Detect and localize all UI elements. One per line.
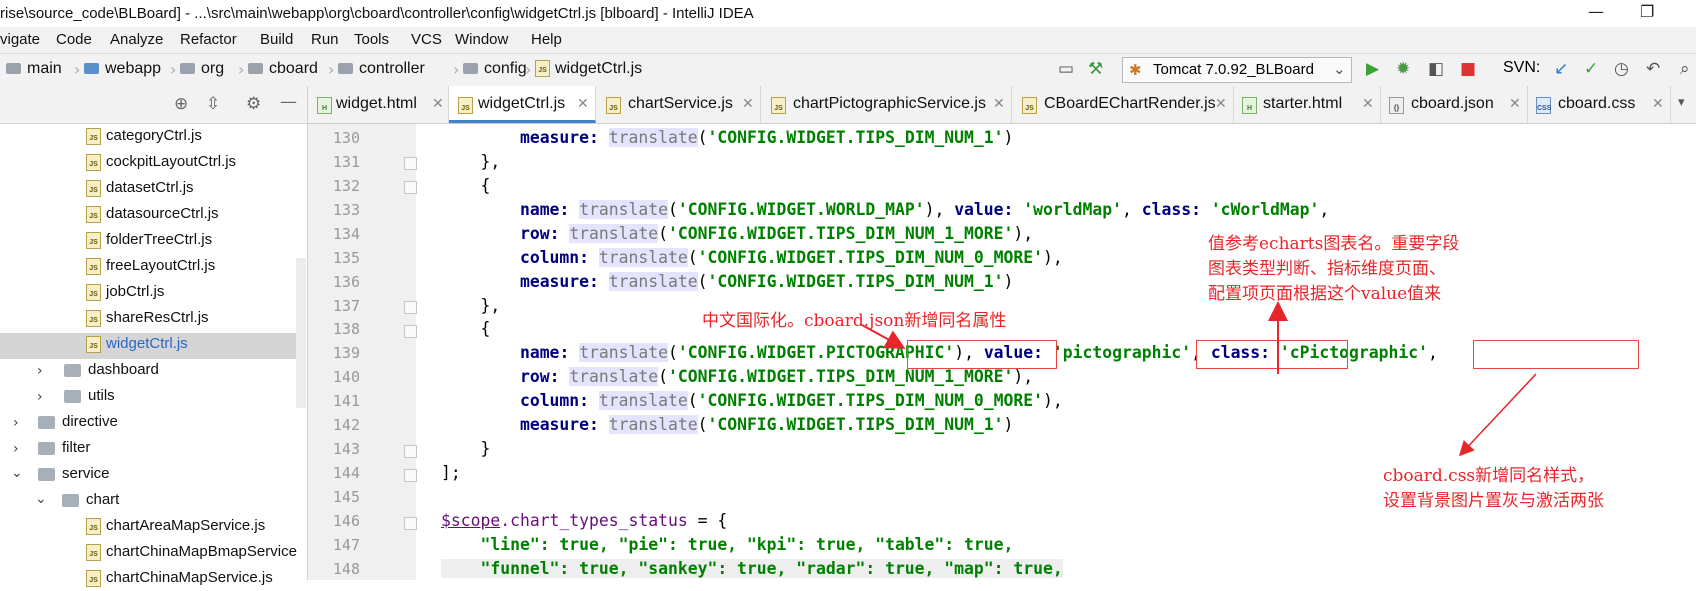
arrow-to-pictographic-key	[861, 324, 906, 349]
arrow-to-css-note	[1458, 373, 1537, 457]
annotation-arrows	[861, 301, 1537, 457]
